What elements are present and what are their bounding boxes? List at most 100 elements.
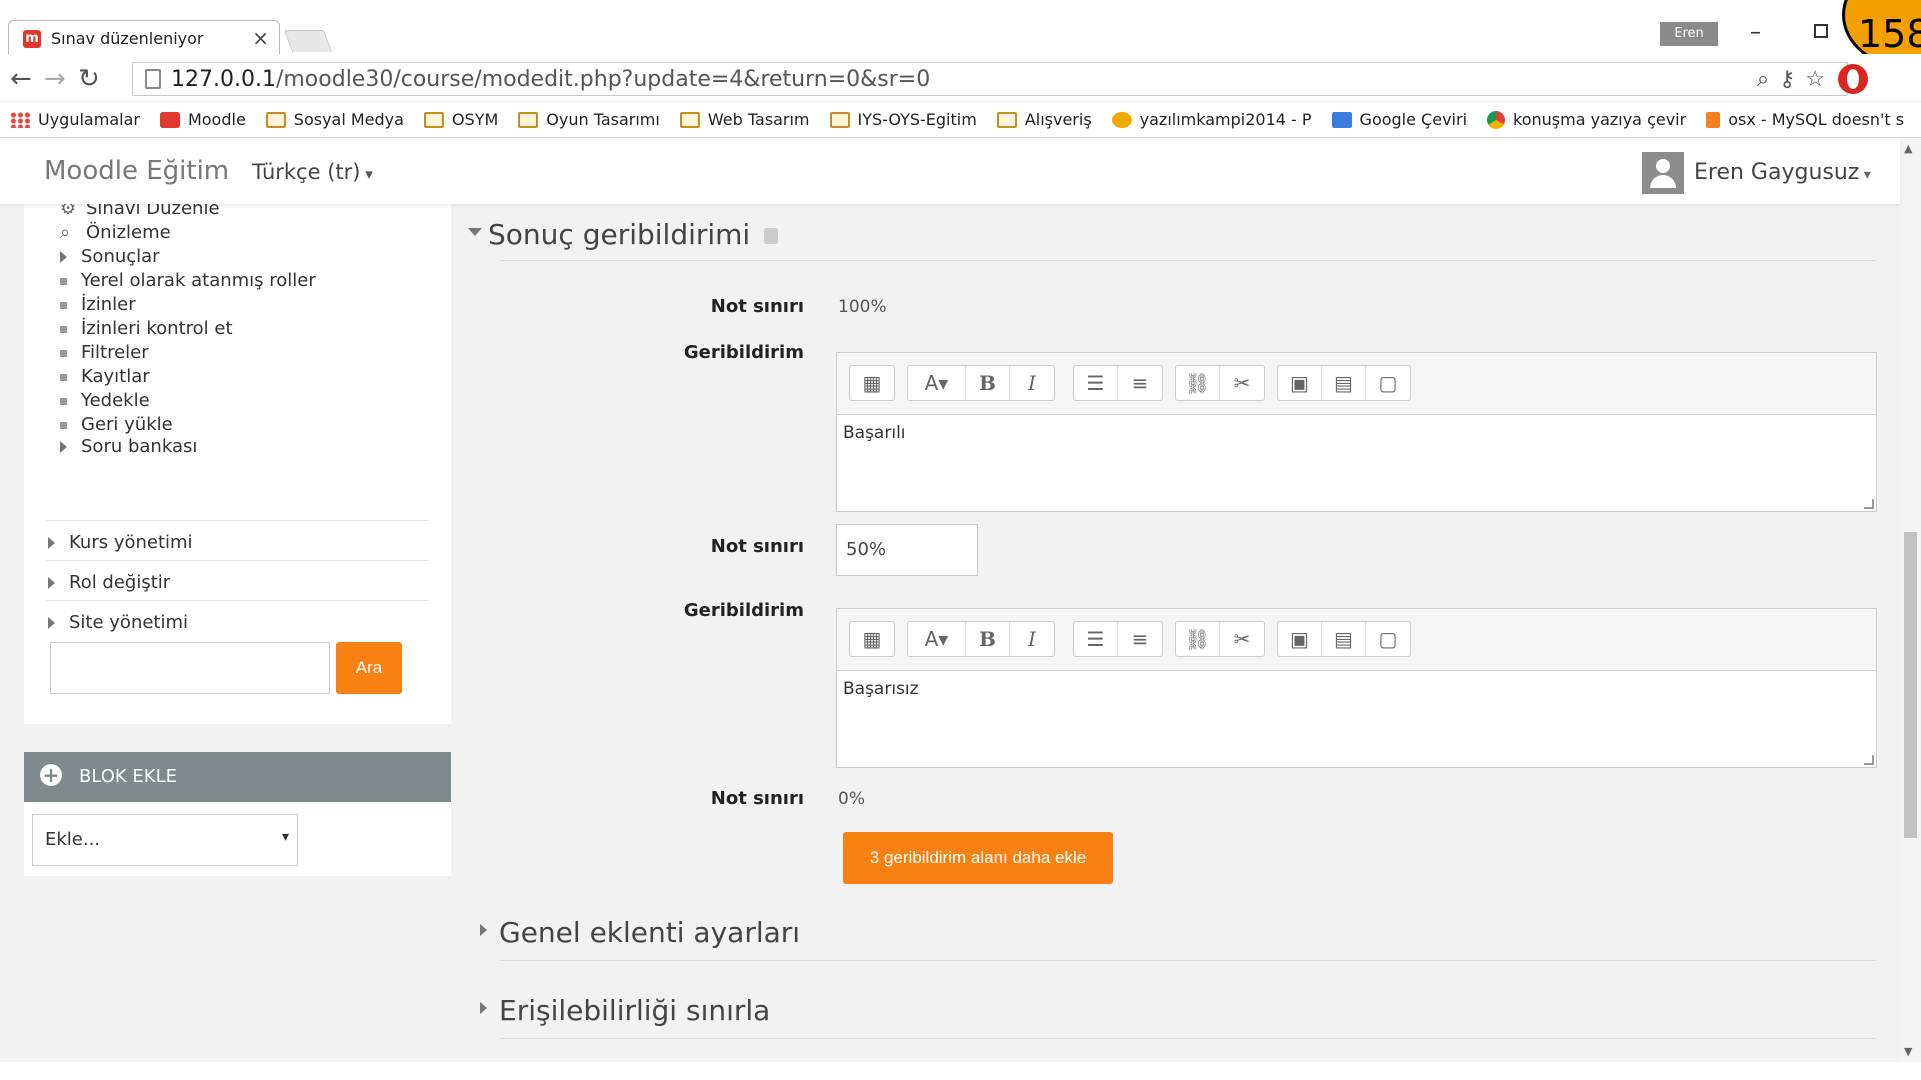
bookmark-item[interactable]: yazılımkampi2014 - P — [1111, 110, 1312, 129]
bookmark-item[interactable]: osx - MySQL doesn't s — [1706, 110, 1904, 129]
editor-toolbar: ▦ A▾ B I ☰ ≡ ⛓ ✂ ▣ ▤ ▢ — [837, 609, 1876, 671]
sidebar-item[interactable]: Soru bankası — [60, 436, 197, 457]
back-arrow-icon[interactable]: ← — [10, 64, 32, 94]
sidebar-item-label: Geri yükle — [81, 414, 173, 435]
sidebar-item[interactable]: Filtreler — [60, 342, 149, 363]
grade-boundary-input[interactable]: 50% — [836, 524, 978, 576]
editor-toolbar: ▦ A▾ B I ☰ ≡ ⛓ ✂ ▣ ▤ ▢ — [837, 353, 1876, 415]
admin-search-button[interactable]: Ara — [336, 642, 402, 694]
resize-handle-icon[interactable] — [1864, 499, 1874, 509]
add-feedback-fields-button[interactable]: 3 geribildirim alanı daha ekle — [843, 832, 1113, 884]
unlink-icon[interactable]: ✂ — [1220, 366, 1264, 400]
toolbar-toggle-icon[interactable]: ▦ — [850, 366, 894, 400]
sidebar-item-label: Yedekle — [81, 390, 150, 411]
bookmark-star-icon[interactable]: ☆ — [1805, 67, 1835, 92]
sidebar-item-label: İzinler — [81, 294, 136, 315]
italic-icon[interactable]: I — [1010, 622, 1054, 656]
user-avatar-icon[interactable] — [1642, 152, 1684, 194]
bold-icon[interactable]: B — [966, 622, 1010, 656]
bookmark-label: yazılımkampi2014 - P — [1139, 110, 1312, 129]
bookmark-label: OSYM — [451, 110, 499, 129]
bullet-list-icon[interactable]: ☰ — [1074, 366, 1118, 400]
sidebar-item[interactable]: ⌕ Önizleme — [60, 222, 171, 243]
bookmark-label: IYS-OYS-Egitim — [857, 110, 977, 129]
bookmark-item[interactable]: Uygulamalar — [10, 110, 140, 129]
section-header-erisilebilirligi-sinirla[interactable]: Erişilebilirliği sınırla — [480, 994, 770, 1027]
numbered-list-icon[interactable]: ≡ — [1118, 622, 1162, 656]
bullet-list-icon[interactable]: ☰ — [1074, 622, 1118, 656]
sidebar-item[interactable]: Sonuçlar — [60, 246, 160, 267]
image-icon[interactable]: ▣ — [1278, 366, 1322, 400]
feedback-text-2[interactable]: Başarısız — [843, 679, 919, 699]
media-icon[interactable]: ▤ — [1322, 366, 1366, 400]
restore-icon[interactable] — [1814, 24, 1828, 38]
bookmark-item[interactable]: Alışveriş — [996, 110, 1092, 129]
sidebar-item[interactable]: Geri yükle — [60, 414, 173, 435]
feedback-text-1[interactable]: Başarılı — [843, 423, 906, 443]
bookmark-item[interactable]: Oyun Tasarımı — [518, 110, 660, 129]
sidebar-item[interactable]: Yedekle — [60, 390, 150, 411]
url-input[interactable]: 127.0.0.1/moodle30/course/modedit.php?up… — [132, 62, 1848, 96]
bookmark-item[interactable]: konuşma yazıya çevir — [1487, 110, 1686, 129]
sidebar-item[interactable]: İzinleri kontrol et — [60, 318, 233, 339]
reload-icon[interactable]: ↻ — [78, 64, 100, 94]
sidebar-section-site-yonetimi[interactable]: Site yönetimi — [48, 612, 188, 633]
bookmark-item[interactable]: OSYM — [423, 110, 499, 129]
numbered-list-icon[interactable]: ≡ — [1118, 366, 1162, 400]
site-brand[interactable]: Moodle Eğitim — [44, 156, 229, 186]
sidebar-item[interactable]: İzinler — [60, 294, 136, 315]
browser-tab[interactable]: m Sınav düzenleniyor × — [8, 20, 280, 56]
unlink-icon[interactable]: ✂ — [1220, 622, 1264, 656]
toolbar-toggle-icon[interactable]: ▦ — [850, 622, 894, 656]
new-tab-button[interactable] — [283, 30, 333, 52]
link-icon[interactable]: ⛓ — [1176, 366, 1220, 400]
user-menu[interactable]: Eren Gaygusuz — [1694, 160, 1871, 185]
admin-search-input[interactable] — [50, 642, 330, 694]
sidebar-item[interactable]: Kayıtlar — [60, 366, 150, 387]
url-text: 127.0.0.1/moodle30/course/modedit.php?up… — [171, 67, 930, 92]
bullet-icon — [60, 277, 67, 285]
close-tab-icon[interactable]: × — [252, 26, 269, 50]
page-scrollbar[interactable]: ▲ ▼ — [1900, 138, 1921, 1062]
sidebar-item-label: Sınavı Düzenle — [86, 204, 220, 219]
minimize-icon[interactable]: – — [1750, 20, 1761, 45]
key-icon[interactable]: ⚷ — [1779, 67, 1805, 92]
sidebar-item[interactable]: ⚙ Sınavı Düzenle — [60, 204, 220, 219]
file-manager-icon[interactable]: ▢ — [1366, 366, 1410, 400]
file-manager-icon[interactable]: ▢ — [1366, 622, 1410, 656]
sidebar-item-label: Sonuçlar — [81, 246, 160, 267]
scroll-up-icon[interactable]: ▲ — [1904, 142, 1912, 155]
bookmark-item[interactable]: IYS-OYS-Egitim — [829, 110, 977, 129]
image-icon[interactable]: ▣ — [1278, 622, 1322, 656]
sidebar-item-label: İzinleri kontrol et — [81, 318, 233, 339]
font-style-icon[interactable]: A▾ — [908, 366, 966, 400]
help-icon[interactable] — [764, 228, 779, 244]
font-style-icon[interactable]: A▾ — [908, 622, 966, 656]
bookmark-label: Google Çeviri — [1359, 110, 1468, 129]
add-block-select[interactable]: Ekle... — [32, 814, 298, 866]
sidebar-section-rol-degistir[interactable]: Rol değiştir — [48, 572, 170, 593]
bookmark-item[interactable]: Sosyal Medya — [265, 110, 404, 129]
sidebar-section-kurs-yonetimi[interactable]: Kurs yönetimi — [48, 532, 193, 553]
section-header-genel-eklenti-ayarlari[interactable]: Genel eklenti ayarları — [480, 916, 800, 949]
zoom-icon[interactable]: ⌕ — [1757, 67, 1779, 92]
opera-extension-icon[interactable] — [1838, 64, 1868, 94]
link-icon[interactable]: ⛓ — [1176, 622, 1220, 656]
bold-icon[interactable]: B — [966, 366, 1010, 400]
moodle-icon — [159, 111, 180, 128]
sidebar-item[interactable]: Yerel olarak atanmış roller — [60, 270, 316, 291]
profile-chip[interactable]: Eren — [1660, 22, 1718, 46]
bullet-icon — [60, 421, 67, 429]
italic-icon[interactable]: I — [1010, 366, 1054, 400]
media-icon[interactable]: ▤ — [1322, 622, 1366, 656]
forward-arrow-icon[interactable]: → — [44, 64, 66, 94]
scroll-down-icon[interactable]: ▼ — [1904, 1045, 1912, 1058]
language-menu[interactable]: Türkçe (tr) — [252, 160, 373, 184]
bookmark-item[interactable]: Web Tasarım — [679, 110, 810, 129]
bookmark-item[interactable]: Google Çeviri — [1331, 110, 1468, 129]
scroll-thumb[interactable] — [1904, 532, 1917, 838]
resize-handle-icon[interactable] — [1864, 755, 1874, 765]
bookmark-item[interactable]: Moodle — [159, 110, 246, 129]
bookmarks-bar: Uygulamalar Moodle Sosyal Medya OSYM Oyun Ta… — [0, 102, 1921, 138]
section-header-feedback[interactable]: Sonuç geribildirimi — [468, 218, 779, 251]
